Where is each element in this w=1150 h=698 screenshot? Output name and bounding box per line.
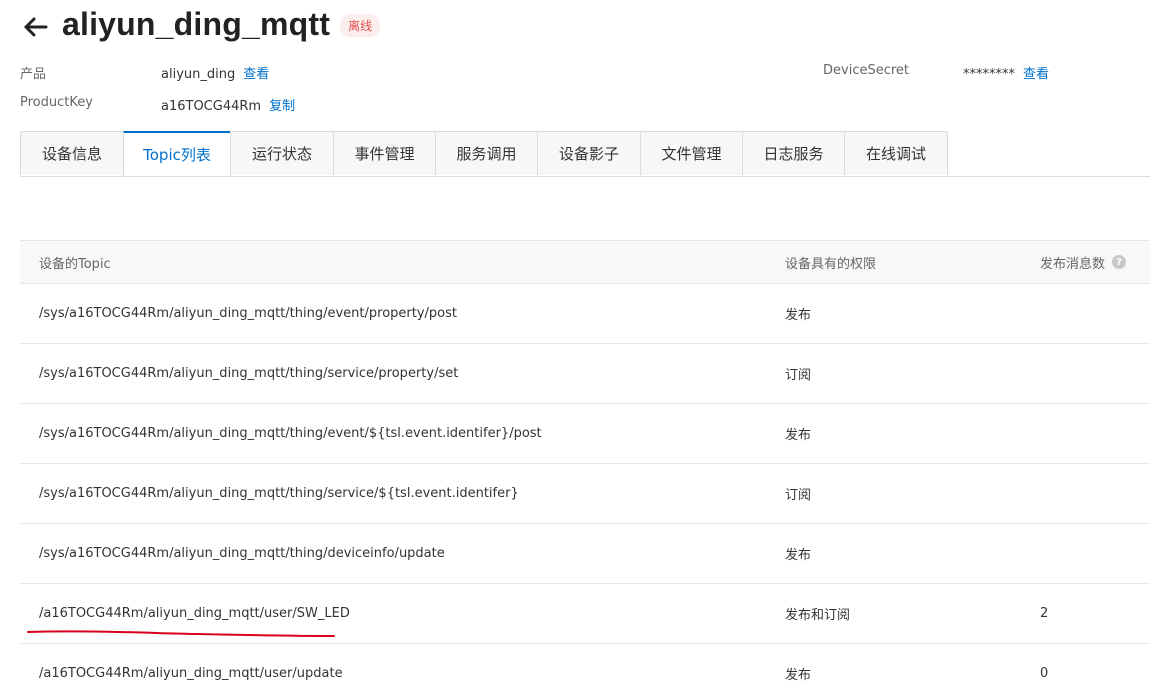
page-header: aliyun_ding_mqtt 离线 [20,2,381,46]
topic-cell: /sys/a16TOCG44Rm/aliyun_ding_mqtt/thing/… [39,546,445,561]
table-header: 设备的Topic 设备具有的权限 发布消息数? [20,240,1150,284]
count-cell: 0 [1040,666,1049,681]
tab-label: 文件管理 [661,145,722,163]
tab-topic-list[interactable]: Topic列表 [123,131,231,176]
topic-cell: /sys/a16TOCG44Rm/aliyun_ding_mqtt/thing/… [39,366,459,381]
permission-cell: 发布 [785,428,812,443]
table-row: /a16TOCG44Rm/aliyun_ding_mqtt/user/SW_LE… [20,584,1150,644]
permission-cell: 发布 [785,668,812,683]
tab-device-info[interactable]: 设备信息 [20,131,124,175]
devicesecret-label: DeviceSecret [823,63,910,78]
tab-event-management[interactable]: 事件管理 [333,131,436,175]
topic-cell: /sys/a16TOCG44Rm/aliyun_ding_mqtt/thing/… [39,486,519,501]
tab-label: 事件管理 [354,145,415,163]
permission-cell: 订阅 [785,488,812,503]
tab-online-debug[interactable]: 在线调试 [844,131,948,175]
table-row: /sys/a16TOCG44Rm/aliyun_ding_mqtt/thing/… [20,524,1150,584]
back-arrow-icon[interactable] [20,12,50,42]
permission-cell: 订阅 [785,368,812,383]
product-label-cell: 产品 [20,63,46,82]
productkey-value: a16TOCG44Rm [161,99,262,114]
tab-log-service[interactable]: 日志服务 [742,131,845,175]
header-topic: 设备的Topic [39,241,111,283]
table-row: /sys/a16TOCG44Rm/aliyun_ding_mqtt/thing/… [20,344,1150,404]
table-row: /a16TOCG44Rm/aliyun_ding_mqtt/user/updat… [20,644,1150,698]
topic-cell: /sys/a16TOCG44Rm/aliyun_ding_mqtt/thing/… [39,426,542,441]
view-secret-link[interactable]: 查看 [1023,67,1049,82]
productkey-label-cell: ProductKey [20,95,93,110]
topic-cell: /a16TOCG44Rm/aliyun_ding_mqtt/user/SW_LE… [39,606,350,621]
tab-device-shadow[interactable]: 设备影子 [537,131,641,175]
header-topic-label: 设备的Topic [39,256,111,272]
topic-cell: /sys/a16TOCG44Rm/aliyun_ding_mqtt/thing/… [39,306,457,321]
tab-label: 设备信息 [41,145,102,163]
tab-bar: 设备信息 Topic列表 运行状态 事件管理 服务调用 设备影子 文件管理 日志… [20,131,1150,177]
copy-productkey-link[interactable]: 复制 [269,99,295,114]
tab-label: 运行状态 [251,145,312,163]
permission-cell: 发布 [785,548,812,563]
product-label: 产品 [20,67,47,82]
help-icon[interactable]: ? [1112,255,1127,269]
devicesecret-value: ******** [963,67,1015,82]
tab-label: Topic列表 [143,146,211,164]
count-cell: 2 [1040,606,1049,621]
permission-cell: 发布 [785,308,812,323]
tab-file-management[interactable]: 文件管理 [640,131,743,175]
product-value-cell: aliyun_ding 查看 [161,63,269,82]
permission-cell: 发布和订阅 [785,608,851,623]
tab-label: 在线调试 [865,145,926,163]
header-permission: 设备具有的权限 [785,241,876,283]
tab-running-status[interactable]: 运行状态 [230,131,334,175]
tab-label: 服务调用 [456,145,517,163]
header-permission-label: 设备具有的权限 [785,256,877,272]
view-product-link[interactable]: 查看 [243,67,269,82]
tab-label: 设备影子 [558,145,619,163]
secret-value-cell: ******** 查看 [963,63,1049,82]
productkey-value-cell: a16TOCG44Rm 复制 [161,95,295,114]
table-row: /sys/a16TOCG44Rm/aliyun_ding_mqtt/thing/… [20,284,1150,344]
status-badge: 离线 [340,13,381,37]
header-count: 发布消息数? [1040,241,1127,283]
tab-label: 日志服务 [763,145,824,163]
secret-label-cell: DeviceSecret [823,63,909,78]
page: aliyun_ding_mqtt 离线 产品 aliyun_ding 查看 Pro… [0,0,1150,698]
page-title: aliyun_ding_mqtt [62,5,331,42]
tab-service-call[interactable]: 服务调用 [435,131,538,175]
productkey-label: ProductKey [20,95,93,110]
table-row: /sys/a16TOCG44Rm/aliyun_ding_mqtt/thing/… [20,404,1150,464]
topic-cell: /a16TOCG44Rm/aliyun_ding_mqtt/user/updat… [39,666,343,681]
product-value: aliyun_ding [161,67,236,82]
table-row: /sys/a16TOCG44Rm/aliyun_ding_mqtt/thing/… [20,464,1150,524]
header-count-label: 发布消息数 [1040,256,1106,272]
topic-table: 设备的Topic 设备具有的权限 发布消息数? /sys/a16TOCG44Rm… [20,240,1150,698]
